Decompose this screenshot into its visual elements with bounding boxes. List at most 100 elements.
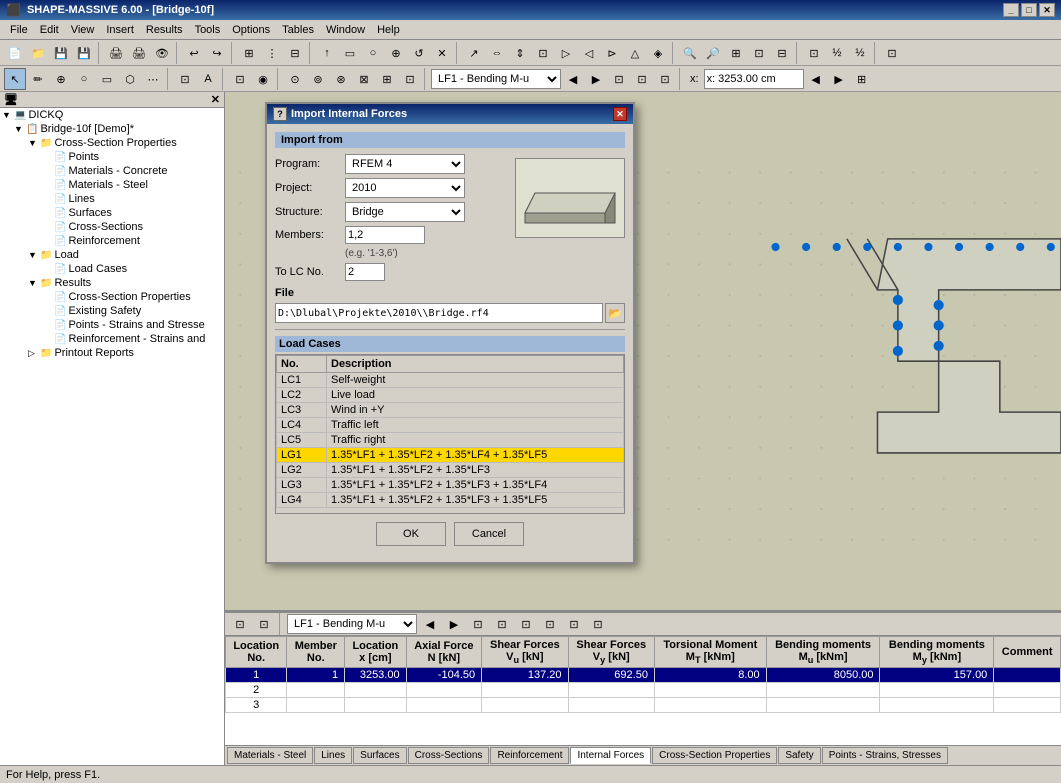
tree-cross-sections[interactable]: 📄 Cross-Sections: [0, 220, 224, 234]
ok-button[interactable]: OK: [376, 522, 446, 546]
coord-input[interactable]: [704, 69, 804, 89]
tab-reinforcement[interactable]: Reinforcement: [490, 747, 569, 764]
tab-internal-forces[interactable]: Internal Forces: [570, 747, 651, 764]
bt-tool2[interactable]: ⊡: [491, 613, 513, 635]
load-cases-container[interactable]: No. Description LC1Self-weightLC2Live lo…: [275, 354, 625, 514]
bt-next-btn[interactable]: ▶: [443, 613, 465, 635]
menu-options[interactable]: Options: [226, 22, 276, 38]
lc-row[interactable]: LG21.35*LF1 + 1.35*LF2 + 1.35*LF3: [277, 463, 624, 478]
tree-res-cross[interactable]: 📄 Cross-Section Properties: [0, 290, 224, 304]
excel-btn[interactable]: ⊡: [881, 42, 903, 64]
dialog-close-btn[interactable]: ✕: [613, 107, 627, 121]
bt-tool5[interactable]: ⊡: [563, 613, 585, 635]
table-row[interactable]: 1 1 3253.00 -104.50 137.20 692.50 8.00 8…: [226, 668, 1061, 683]
snap1-btn[interactable]: ⊙: [284, 68, 306, 90]
select-btn[interactable]: ↖: [4, 68, 26, 90]
menu-file[interactable]: File: [4, 22, 34, 38]
tab-points---strains--stresses[interactable]: Points - Strains, Stresses: [822, 747, 948, 764]
tree-root[interactable]: ▼ 💻 DICKQ: [0, 108, 224, 122]
next-lc-btn[interactable]: ▶: [585, 68, 607, 90]
add-btn[interactable]: ⊕: [385, 42, 407, 64]
zoom1-btn[interactable]: ⊡: [748, 42, 770, 64]
save2-btn[interactable]: 💾: [73, 42, 95, 64]
menu-tables[interactable]: Tables: [276, 22, 320, 38]
tab-cross-sections[interactable]: Cross-Sections: [408, 747, 490, 764]
print-btn[interactable]: 🖨: [105, 42, 127, 64]
tree-results[interactable]: ▼ 📁 Results: [0, 276, 224, 290]
data-table-area[interactable]: LocationNo. MemberNo. Locationx [cm] Axi…: [225, 635, 1061, 745]
program-select[interactable]: RFEM 4: [345, 154, 465, 174]
tool1-btn[interactable]: ⊡: [532, 42, 554, 64]
tree-surfaces[interactable]: 📄 Surfaces: [0, 206, 224, 220]
bt-tool6[interactable]: ⊡: [587, 613, 609, 635]
tree-printout[interactable]: ▷ 📁 Printout Reports: [0, 346, 224, 360]
draw5-btn[interactable]: ⬡: [119, 68, 141, 90]
lc-row[interactable]: LC5Traffic right: [277, 433, 624, 448]
tree-project[interactable]: ▼ 📋 Bridge-10f [Demo]*: [0, 122, 224, 136]
table-btn[interactable]: ⊟: [284, 42, 306, 64]
bt-tool4[interactable]: ⊡: [539, 613, 561, 635]
snap4-btn[interactable]: ⊠: [353, 68, 375, 90]
close-btn[interactable]: ✕: [1039, 3, 1055, 17]
tool2-btn[interactable]: ▷: [555, 42, 577, 64]
menu-insert[interactable]: Insert: [100, 22, 140, 38]
rotate-btn[interactable]: ↺: [408, 42, 430, 64]
zoomout-btn[interactable]: 🔎: [702, 42, 724, 64]
members-input[interactable]: [345, 226, 425, 244]
menu-help[interactable]: Help: [371, 22, 406, 38]
circ-btn[interactable]: ○: [362, 42, 384, 64]
menu-window[interactable]: Window: [320, 22, 371, 38]
browse-btn[interactable]: 📂: [605, 303, 625, 323]
lc-selector[interactable]: LF1 - Bending M-u: [431, 69, 561, 89]
grid-btn[interactable]: ⊞: [238, 42, 260, 64]
cross-btn[interactable]: ✕: [431, 42, 453, 64]
rect-btn[interactable]: ▭: [339, 42, 361, 64]
flip-btn[interactable]: ⇔: [486, 42, 508, 64]
cancel-button[interactable]: Cancel: [454, 522, 524, 546]
lc-tool1-btn[interactable]: ⊡: [631, 68, 653, 90]
tree-reinforcement[interactable]: 📄 Reinforcement: [0, 234, 224, 248]
lc-row[interactable]: LC1Self-weight: [277, 373, 624, 388]
bt-tool1[interactable]: ⊡: [467, 613, 489, 635]
tolc-input[interactable]: [345, 263, 385, 281]
save-btn[interactable]: 💾: [50, 42, 72, 64]
new-btn[interactable]: 📄: [4, 42, 26, 64]
tree-points[interactable]: 📄 Points: [0, 150, 224, 164]
tab-safety[interactable]: Safety: [778, 747, 820, 764]
dots-btn[interactable]: ⋮: [261, 42, 283, 64]
nav-btn[interactable]: ⊡: [803, 42, 825, 64]
preview-btn[interactable]: 👁: [151, 42, 173, 64]
bt-btn1[interactable]: ⊡: [229, 613, 251, 635]
snap6-btn[interactable]: ⊡: [399, 68, 421, 90]
bt-prev-btn[interactable]: ◀: [419, 613, 441, 635]
table-row[interactable]: 2: [226, 683, 1061, 698]
snap2-btn[interactable]: ⊚: [307, 68, 329, 90]
tree-close-btn[interactable]: ✕: [211, 93, 220, 106]
bt-tool3[interactable]: ⊡: [515, 613, 537, 635]
tree-cross-section-props[interactable]: ▼ 📁 Cross-Section Properties: [0, 136, 224, 150]
tree-lines[interactable]: 📄 Lines: [0, 192, 224, 206]
tab-materials---steel[interactable]: Materials - Steel: [227, 747, 313, 764]
tool6-btn[interactable]: ◈: [647, 42, 669, 64]
tree-load[interactable]: ▼ 📁 Load: [0, 248, 224, 262]
menu-view[interactable]: View: [65, 22, 101, 38]
tool4-btn[interactable]: ⊳: [601, 42, 623, 64]
draw1-btn[interactable]: ✏: [27, 68, 49, 90]
cursor-btn[interactable]: ⊡: [174, 68, 196, 90]
menu-edit[interactable]: Edit: [34, 22, 65, 38]
tree-points-strains[interactable]: 📄 Points - Strains and Stresse: [0, 318, 224, 332]
menu-results[interactable]: Results: [140, 22, 189, 38]
project-select[interactable]: 2010: [345, 178, 465, 198]
bottom-lc-selector[interactable]: LF1 - Bending M-u: [287, 614, 417, 634]
draw4-btn[interactable]: ▭: [96, 68, 118, 90]
lc-row[interactable]: LC3Wind in +Y: [277, 403, 624, 418]
text-btn[interactable]: A: [197, 68, 219, 90]
tab-lines[interactable]: Lines: [314, 747, 352, 764]
maximize-btn[interactable]: □: [1021, 3, 1037, 17]
draw6-btn[interactable]: ⋯: [142, 68, 164, 90]
open-btn[interactable]: 📁: [27, 42, 49, 64]
redo-btn[interactable]: ↪: [206, 42, 228, 64]
table-row[interactable]: 3: [226, 698, 1061, 713]
dialog-help-icon[interactable]: ?: [273, 107, 287, 121]
nav-left-btn[interactable]: ◀: [805, 68, 827, 90]
